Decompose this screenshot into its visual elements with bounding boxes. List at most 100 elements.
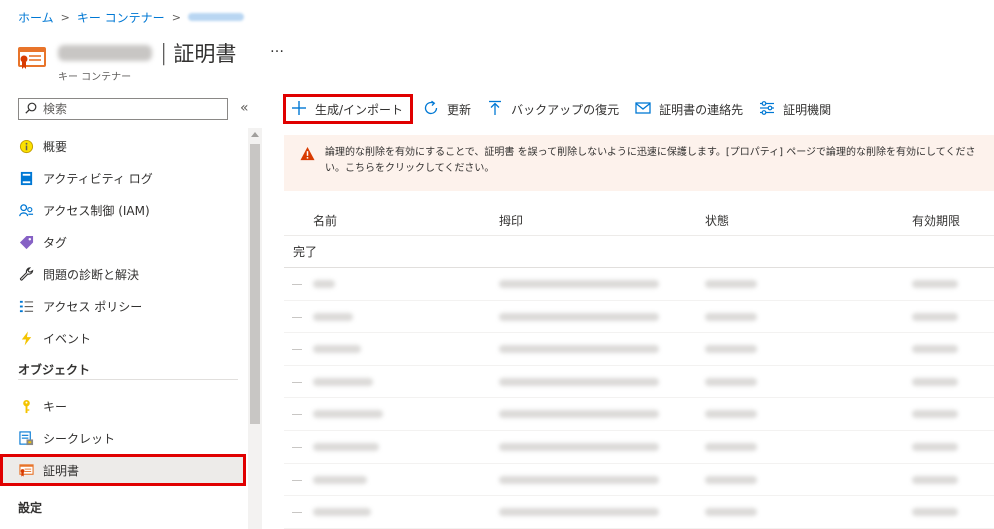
table-header: 名前 拇印 状態 有効期限 (284, 204, 994, 236)
table-row[interactable] (284, 496, 994, 529)
redacted-status (705, 475, 757, 484)
sidebar-item-keys[interactable]: キー (0, 390, 246, 422)
page-title: 証明書 (173, 42, 237, 66)
access-policy-icon (18, 298, 34, 314)
column-header-expiration[interactable]: 有効期限 (912, 212, 960, 229)
redacted-name[interactable] (313, 312, 353, 321)
redacted-thumbprint (499, 475, 659, 484)
refresh-button[interactable]: 更新 (417, 94, 477, 124)
warning-icon (300, 145, 315, 191)
sidebar-item-label: タグ (43, 235, 68, 250)
sidebar-item-label: アクティビティ ログ (43, 171, 153, 186)
group-header-completed[interactable]: 完了 (284, 236, 994, 268)
breadcrumb-home[interactable]: ホーム (18, 9, 54, 26)
breadcrumb-vault-name-redacted[interactable] (187, 13, 244, 21)
redacted-thumbprint (499, 508, 659, 517)
sidebar-item-access-control[interactable]: アクセス制御 (IAM) (0, 194, 246, 226)
column-header-thumbprint[interactable]: 拇印 (499, 212, 523, 229)
table-row[interactable] (284, 301, 994, 334)
sidebar: « 概要 アクティビティ ログ アクセス制御 (IAM) (0, 92, 262, 529)
redacted-expiration (912, 345, 958, 354)
wrench-icon (18, 266, 34, 282)
scrollbar-thumb[interactable] (250, 144, 260, 424)
sidebar-item-activity-log[interactable]: アクティビティ ログ (0, 162, 246, 194)
row-divider (292, 446, 302, 448)
upload-arrow-icon (487, 100, 511, 119)
column-header-status[interactable]: 状態 (705, 212, 729, 229)
page-header: | 証明書 … キー コンテナー (18, 36, 318, 86)
collapse-sidebar-button[interactable]: « (240, 100, 249, 116)
redacted-status (705, 442, 757, 451)
redacted-status (705, 280, 757, 288)
redacted-status (705, 410, 757, 419)
search-input[interactable] (43, 102, 223, 116)
table-row[interactable] (284, 268, 994, 301)
redacted-expiration (912, 377, 958, 386)
title-separator: | (160, 40, 168, 66)
redacted-thumbprint (499, 442, 659, 451)
lightning-icon (18, 330, 34, 346)
table-row[interactable] (284, 366, 994, 399)
sidebar-item-label: シークレット (43, 431, 116, 446)
row-divider (292, 479, 302, 481)
access-control-icon (18, 202, 34, 218)
sidebar-item-label: 概要 (43, 139, 68, 154)
redacted-thumbprint (499, 280, 659, 288)
sidebar-item-certificates[interactable]: 証明書 (0, 454, 246, 486)
redacted-expiration (912, 410, 958, 419)
redacted-thumbprint (499, 345, 659, 354)
redacted-status (705, 508, 757, 517)
sidebar-item-tags[interactable]: タグ (0, 226, 246, 258)
column-header-name[interactable]: 名前 (313, 212, 337, 229)
more-options-button[interactable]: … (270, 40, 285, 56)
button-label: バックアップの復元 (511, 102, 620, 117)
section-header-settings: 設定 (0, 492, 246, 522)
page-subtitle: キー コンテナー (58, 72, 132, 83)
table-row[interactable] (284, 431, 994, 464)
sidebar-item-label: キー (43, 399, 68, 414)
row-divider (292, 349, 302, 351)
redacted-name[interactable] (313, 377, 373, 386)
settings-sliders-icon (759, 100, 783, 119)
redacted-thumbprint (499, 312, 659, 321)
table-row[interactable] (284, 464, 994, 497)
sidebar-item-events[interactable]: イベント (0, 322, 246, 354)
redacted-expiration (912, 280, 958, 288)
command-bar: 生成/インポート 更新 バックアップの復元 証明書の連絡先 証明機関 (283, 94, 841, 124)
restore-backup-button[interactable]: バックアップの復元 (481, 94, 625, 124)
redacted-name[interactable] (313, 345, 361, 354)
breadcrumb-key-vaults[interactable]: キー コンテナー (77, 9, 165, 26)
sidebar-item-diagnose[interactable]: 問題の診断と解決 (0, 258, 246, 290)
search-icon (25, 102, 37, 117)
secret-icon (18, 430, 34, 446)
sidebar-item-secrets[interactable]: シークレット (0, 422, 246, 454)
certificate-contacts-button[interactable]: 証明書の連絡先 (629, 94, 749, 124)
refresh-icon (423, 100, 447, 119)
table-row[interactable] (284, 398, 994, 431)
soft-delete-warning-banner[interactable]: 論理的な削除を有効にすることで、証明書 を誤って削除しないように迅速に保護します… (284, 135, 994, 191)
scroll-up-arrow-icon[interactable] (251, 132, 259, 137)
row-divider (292, 414, 302, 416)
redacted-name[interactable] (313, 410, 383, 419)
row-divider (292, 512, 302, 514)
redacted-expiration (912, 475, 958, 484)
sidebar-item-overview[interactable]: 概要 (0, 130, 246, 162)
sidebar-scrollbar[interactable] (248, 128, 262, 529)
redacted-name[interactable] (313, 280, 335, 288)
breadcrumb-separator: > (60, 10, 70, 24)
sidebar-nav: 概要 アクティビティ ログ アクセス制御 (IAM) タグ 問題の診断と解決 ア… (0, 130, 246, 522)
table-row[interactable] (284, 333, 994, 366)
sidebar-item-access-policies[interactable]: アクセス ポリシー (0, 290, 246, 322)
vault-name-redacted (58, 45, 152, 61)
group-label: 完了 (293, 245, 318, 259)
certificate-authorities-button[interactable]: 証明機関 (753, 94, 837, 124)
redacted-name[interactable] (313, 442, 379, 451)
redacted-name[interactable] (313, 475, 367, 484)
redacted-name[interactable] (313, 508, 371, 517)
sidebar-item-label: アクセス ポリシー (43, 299, 143, 314)
sidebar-item-label: 問題の診断と解決 (43, 267, 140, 282)
generate-import-button[interactable]: 生成/インポート (283, 94, 414, 124)
certificate-icon (18, 462, 34, 478)
overview-icon (18, 138, 34, 154)
sidebar-search[interactable] (18, 98, 228, 120)
